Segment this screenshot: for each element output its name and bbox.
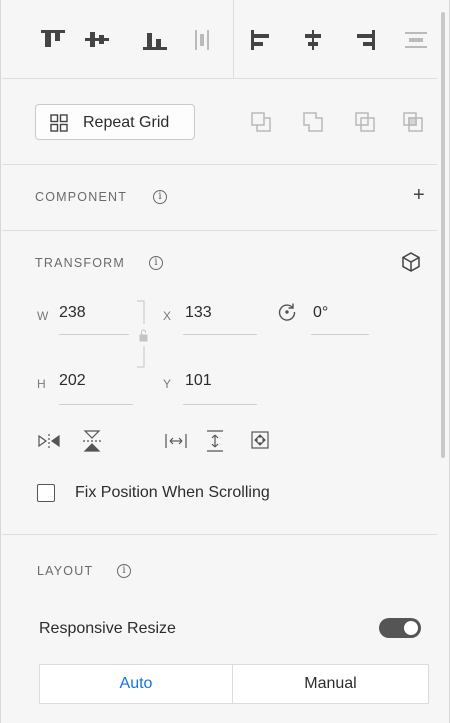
distribute-vertical-icon[interactable]	[195, 30, 209, 50]
height-field[interactable]	[59, 404, 133, 405]
grid-icon	[50, 114, 68, 137]
y-label: Y	[163, 377, 172, 391]
width-value[interactable]: 238	[59, 304, 86, 322]
repeat-grid-label: Repeat Grid	[83, 114, 170, 131]
exclude-icon[interactable]	[403, 112, 423, 132]
x-value[interactable]: 133	[185, 304, 212, 322]
add-component-button[interactable]: +	[413, 184, 425, 207]
x-field[interactable]	[183, 334, 257, 335]
scrollbar[interactable]	[441, 12, 445, 458]
responsive-resize-label: Responsive Resize	[39, 620, 176, 637]
info-icon[interactable]: i	[117, 564, 131, 578]
align-middle-icon[interactable]	[85, 30, 109, 50]
width-field[interactable]	[59, 334, 129, 335]
align-top-icon[interactable]	[41, 30, 65, 50]
mode-auto-button[interactable]: Auto	[40, 665, 233, 703]
subtract-icon[interactable]	[251, 112, 271, 132]
lock-aspect-icon[interactable]	[137, 300, 149, 368]
rotate-icon	[277, 302, 297, 322]
rotation-value[interactable]: 0°	[313, 304, 328, 322]
responsive-resize-toggle[interactable]	[379, 618, 421, 638]
rotation-field[interactable]	[311, 334, 369, 335]
properties-panel: Repeat Grid COMPONENT i + TRANSFORM i W …	[0, 0, 450, 723]
info-icon[interactable]: i	[149, 256, 163, 270]
intersect-icon[interactable]	[355, 112, 375, 132]
height-value[interactable]: 202	[59, 372, 86, 390]
toggle-knob	[404, 621, 418, 635]
flip-vertical-icon[interactable]	[83, 430, 101, 452]
y-value[interactable]: 101	[185, 372, 212, 390]
distribute-horizontal-icon[interactable]	[405, 32, 427, 48]
component-title: COMPONENT	[35, 190, 128, 204]
height-label: H	[37, 377, 46, 391]
toolbar-divider	[233, 0, 234, 78]
section-divider	[2, 534, 437, 535]
align-bottom-icon[interactable]	[143, 30, 167, 50]
section-divider	[2, 78, 437, 79]
fixed-height-icon[interactable]	[207, 430, 223, 452]
section-divider	[2, 230, 437, 231]
fix-position-label: Fix Position When Scrolling	[75, 484, 270, 501]
align-center-icon[interactable]	[303, 30, 323, 50]
mode-manual-button[interactable]: Manual	[233, 665, 428, 703]
layout-title: LAYOUT	[37, 564, 94, 578]
y-field[interactable]	[183, 404, 257, 405]
add-icon[interactable]	[303, 112, 323, 132]
fixed-width-icon[interactable]	[165, 434, 187, 448]
info-icon[interactable]: i	[153, 190, 167, 204]
width-label: W	[37, 309, 49, 323]
section-divider	[2, 164, 437, 165]
transform-title: TRANSFORM	[35, 256, 125, 270]
flip-horizontal-icon[interactable]	[38, 434, 60, 448]
constrain-edges-icon[interactable]	[251, 431, 269, 449]
resize-mode-segmented: Auto Manual	[39, 664, 429, 704]
align-left-icon[interactable]	[251, 30, 271, 50]
x-label: X	[163, 309, 172, 323]
fix-position-checkbox[interactable]	[37, 484, 55, 502]
repeat-grid-button[interactable]: Repeat Grid	[35, 104, 195, 140]
align-right-icon[interactable]	[355, 30, 375, 50]
3d-transform-icon[interactable]	[401, 252, 421, 272]
